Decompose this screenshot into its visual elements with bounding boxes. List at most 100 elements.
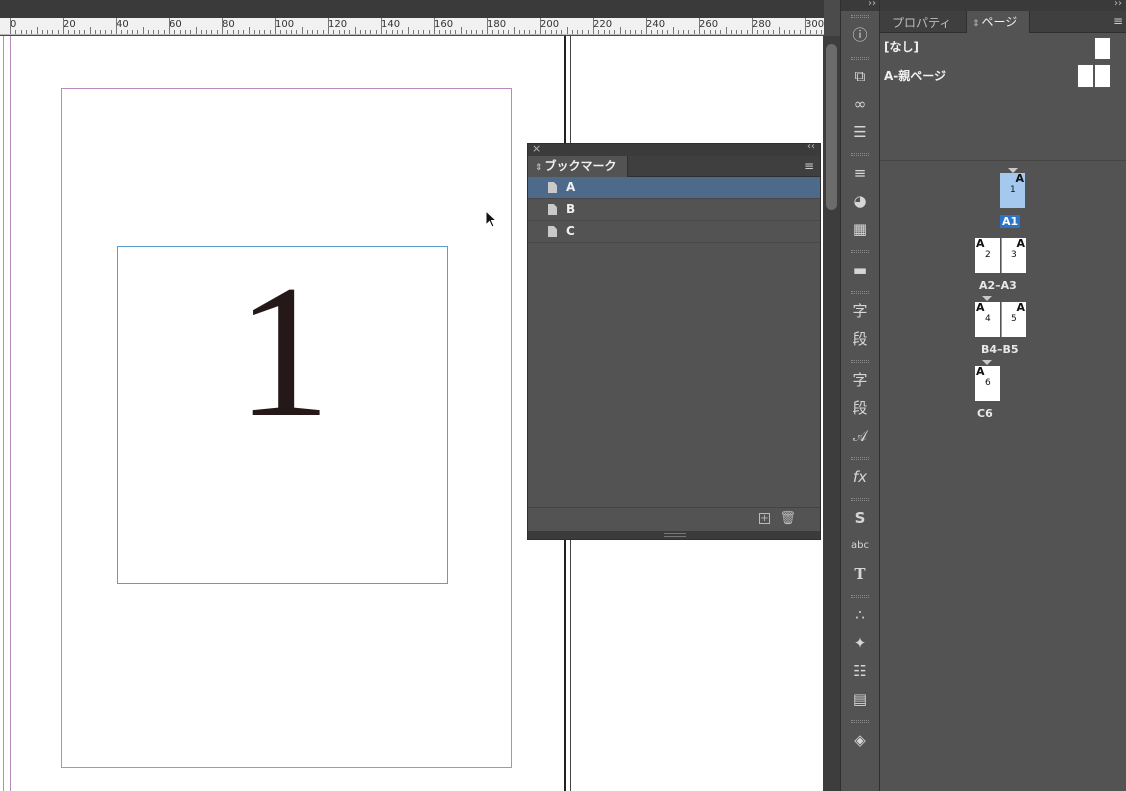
panel-titlebar[interactable]: × ‹‹ xyxy=(528,141,820,156)
ruler-tick xyxy=(312,30,314,34)
paragraph-icon[interactable]: 段 xyxy=(848,397,872,419)
ruler-tick xyxy=(153,30,155,34)
panel-menu-icon[interactable]: ≡ xyxy=(1113,14,1123,28)
grip-icon[interactable] xyxy=(851,457,869,460)
collapse-icon[interactable]: ‹‹ xyxy=(807,141,815,152)
dock-titlebar[interactable]: ›› xyxy=(841,0,879,11)
grip-icon[interactable] xyxy=(851,360,869,363)
object-states-icon[interactable]: ☷ xyxy=(848,660,872,682)
links-frame-icon[interactable]: ⧉ xyxy=(848,65,872,87)
character-icon[interactable]: 字 xyxy=(848,369,872,391)
bookmark-item[interactable]: C xyxy=(528,221,820,243)
bookmark-item[interactable]: B xyxy=(528,199,820,221)
ruler-tick xyxy=(428,30,430,34)
ruler-tick xyxy=(762,30,764,34)
ruler-tick xyxy=(328,18,329,34)
glyphs-icon[interactable]: 𝒜 xyxy=(848,425,872,447)
parent-a-right-thumbnail[interactable] xyxy=(1094,64,1111,88)
collapse-icon[interactable]: ›› xyxy=(1114,0,1122,9)
panel-menu-icon[interactable]: ≡ xyxy=(804,159,814,173)
color-palette-icon[interactable]: ◕ xyxy=(848,190,872,212)
trash-icon[interactable]: 🗑 xyxy=(779,511,796,526)
grip-icon[interactable] xyxy=(851,57,869,60)
grip-icon[interactable] xyxy=(851,720,869,723)
close-icon[interactable]: × xyxy=(532,142,541,155)
ruler-tick xyxy=(121,30,123,34)
ruler-tick xyxy=(296,30,298,34)
tab-bookmarks[interactable]: ⇕ ブックマーク xyxy=(528,156,628,177)
swatches-icon[interactable]: ▦ xyxy=(848,218,872,240)
expand-icon[interactable]: ›› xyxy=(868,0,876,9)
page-thumbnail[interactable]: 1 A xyxy=(1000,173,1025,208)
ruler-tick xyxy=(603,30,605,34)
ruler-tick xyxy=(206,30,208,34)
grip-icon[interactable] xyxy=(851,15,869,18)
ruler-tick xyxy=(577,30,579,34)
horizontal-ruler[interactable]: 0 20 40 60 80 100 120 140 160 180 200 22… xyxy=(0,18,824,35)
spread-label[interactable]: B4–B5 xyxy=(981,343,1019,356)
vertical-scrollbar[interactable] xyxy=(823,36,840,791)
grip-icon[interactable] xyxy=(851,153,869,156)
animation-icon[interactable]: ✦ xyxy=(848,632,872,654)
parent-none-thumbnail[interactable] xyxy=(1094,37,1111,60)
ruler-tick xyxy=(730,30,732,34)
page-thumbnail[interactable]: A 2 xyxy=(975,238,1000,273)
panel-divider[interactable] xyxy=(880,160,1126,161)
tab-properties[interactable]: プロパティ xyxy=(892,14,951,31)
type-icon[interactable]: T xyxy=(848,563,872,585)
bookmark-label: C xyxy=(566,224,575,238)
spread-label[interactable]: C6 xyxy=(977,407,993,420)
page-number-text-frame[interactable]: 1 xyxy=(117,246,448,584)
ruler-tick xyxy=(688,30,690,34)
parent-page-a[interactable]: A-親ページ xyxy=(884,67,946,84)
ruler-tick xyxy=(412,30,414,34)
paragraph-styles-icon[interactable]: 段 xyxy=(848,328,872,350)
ruler-tick xyxy=(608,30,610,34)
page-thumbnail[interactable]: A 4 xyxy=(975,302,1000,337)
scrollbar-thumb[interactable] xyxy=(826,44,837,210)
grip-icon[interactable] xyxy=(851,291,869,294)
ruler-tick xyxy=(455,30,457,34)
dock-titlebar[interactable]: ›› xyxy=(880,0,1126,11)
text-wrap-icon[interactable]: ☰ xyxy=(848,121,872,143)
ruler-tick xyxy=(746,30,748,34)
grip-icon[interactable] xyxy=(851,595,869,598)
ruler-tick xyxy=(773,30,775,34)
effects-icon[interactable]: fx xyxy=(848,466,872,488)
ruler-tick xyxy=(137,30,139,34)
ruler-tick xyxy=(820,30,822,34)
stroke-icon[interactable]: ≡ xyxy=(848,162,872,184)
ruler-tick xyxy=(100,30,102,34)
hyperlinks-icon[interactable]: ∞ xyxy=(848,93,872,115)
parent-a-left-thumbnail[interactable] xyxy=(1077,64,1094,88)
page-thumbnail[interactable]: 3 A xyxy=(1001,238,1026,273)
gradient-icon[interactable]: ▬ xyxy=(848,259,872,281)
character-styles-icon[interactable]: 字 xyxy=(848,300,872,322)
page-thumbnail[interactable]: A 6 xyxy=(975,366,1000,401)
interactive-icon[interactable]: ∴ xyxy=(848,604,872,626)
bookmark-label: B xyxy=(566,202,576,216)
grip-icon[interactable] xyxy=(851,498,869,501)
document-top-bar xyxy=(0,0,824,18)
layers-icon[interactable]: ◈ xyxy=(848,729,872,751)
grip-icon[interactable] xyxy=(851,250,869,253)
new-bookmark-button[interactable]: + xyxy=(759,513,770,524)
ruler-tick xyxy=(534,30,536,34)
page-thumbnail[interactable]: 5 A xyxy=(1001,302,1026,337)
parent-page-none[interactable]: [なし] xyxy=(884,38,919,55)
spread-label[interactable]: A2–A3 xyxy=(979,279,1017,292)
tab-pages[interactable]: ⇕ ページ xyxy=(966,11,1030,33)
bookmark-item[interactable]: A xyxy=(528,177,820,199)
info-icon[interactable]: ⓘ xyxy=(848,24,872,46)
spelling-icon[interactable]: abc xyxy=(848,535,872,557)
panel-resize-handle[interactable] xyxy=(528,531,820,539)
ruler-tick xyxy=(280,30,282,34)
spread-label[interactable]: A1 xyxy=(1000,215,1021,228)
ruler-label: 120 xyxy=(328,19,348,30)
tab-pages-label: ページ xyxy=(981,15,1018,29)
ruler-tick xyxy=(805,18,806,34)
ruler-tick xyxy=(444,30,446,34)
ruler-tick xyxy=(640,30,642,34)
media-icon[interactable]: ▤ xyxy=(848,688,872,710)
script-icon[interactable]: S xyxy=(848,507,872,529)
